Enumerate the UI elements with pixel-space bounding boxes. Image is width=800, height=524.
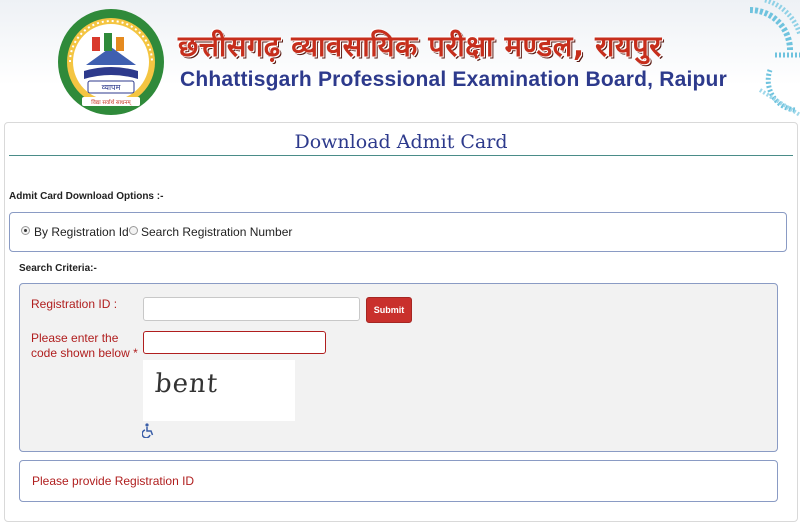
radio-by-registration-id[interactable] [21,226,30,235]
radio-label-search-registration-number[interactable]: Search Registration Number [141,225,292,239]
decorative-swirl-graphic [749,0,800,117]
title-divider [9,155,793,156]
registration-id-label: Registration ID : [31,297,118,311]
captcha-label-line2: code shown below * [31,346,138,360]
vyapam-logo: व्यापम विद्या सर्वार्थ साधनम् [58,9,164,115]
captcha-text: bent [153,369,220,399]
svg-text:विद्या सर्वार्थ साधनम्: विद्या सर्वार्थ साधनम् [91,99,131,106]
svg-text:व्यापम: व्यापम [102,83,121,92]
search-criteria-label: Search Criteria:- [19,263,97,274]
options-section-label: Admit Card Download Options :- [9,191,164,202]
radio-search-registration-number[interactable] [129,226,138,235]
registration-id-input[interactable] [143,297,360,321]
download-options-box: By Registration Id Search Registration N… [9,212,787,252]
validation-message-box: Please provide Registration ID [19,460,778,502]
hindi-board-title: छत्तीसगढ़ व्यावसायिक परीक्षा मण्डल, रायप… [178,29,662,63]
header-banner: व्यापम विद्या सर्वार्थ साधनम् छत्तीसगढ़ … [0,0,800,122]
validation-message: Please provide Registration ID [32,474,195,488]
radio-label-by-registration-id[interactable]: By Registration Id [34,225,129,239]
english-board-title: Chhattisgarh Professional Examination Bo… [180,68,727,91]
wheelchair-icon[interactable] [142,423,155,438]
captcha-input[interactable] [143,331,326,354]
submit-button[interactable]: Submit [366,297,412,323]
captcha-label-line1: Please enter the [31,331,119,345]
captcha-image: bent [143,360,295,421]
page-title: Download Admit Card [294,131,508,153]
captcha-label: Please enter the code shown below * [31,331,138,361]
